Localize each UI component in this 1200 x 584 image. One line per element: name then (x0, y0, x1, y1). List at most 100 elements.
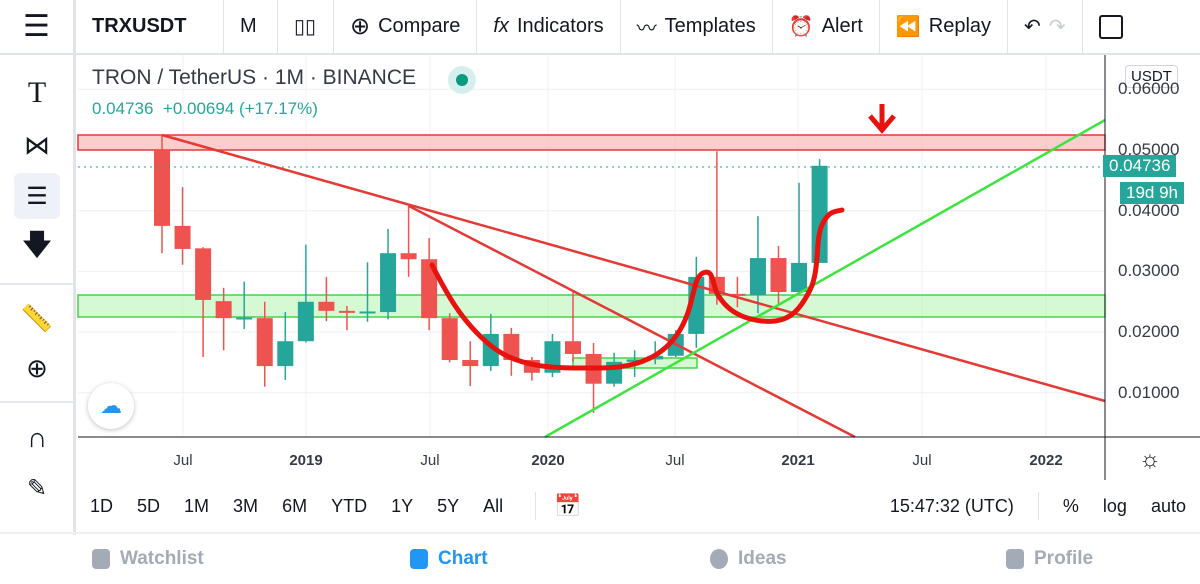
candle-body (195, 248, 212, 300)
drawing-toolbar: T ⋈ ☰ 🡇 📏 ⊕ ∩ ✎ (0, 55, 76, 535)
undo-redo: ↶ ↷ (1008, 0, 1083, 54)
candle[interactable] (462, 341, 479, 387)
nav-profile-label: Profile (1034, 548, 1094, 569)
range-5d[interactable]: 5D (137, 496, 160, 517)
arrow-down-icon[interactable]: 🡇 (14, 225, 60, 271)
alert-button[interactable]: ⏰ Alert (773, 0, 880, 54)
fullscreen-button[interactable] (1083, 0, 1139, 54)
candle-body (380, 253, 397, 313)
square-icon (1098, 14, 1123, 39)
candle[interactable] (421, 238, 438, 331)
zoom-in-icon[interactable]: ⊕ (14, 345, 60, 391)
candle-body (256, 318, 273, 367)
chart-legend-title: TRON / TetherUS · 1M · BINANCE (92, 66, 417, 89)
templates-button[interactable]: 〰 Templates (621, 0, 773, 54)
support-zone[interactable] (77, 294, 1106, 318)
lock-drawing-icon[interactable]: ✎ (14, 465, 60, 511)
templates-label: Templates (664, 15, 756, 37)
menu-button[interactable]: ☰ (0, 0, 76, 54)
candle[interactable] (277, 312, 294, 381)
candle-body (749, 258, 766, 296)
candle[interactable] (585, 343, 602, 413)
time-tick-label: 2020 (531, 452, 565, 469)
fx-icon: fx (493, 15, 509, 37)
interval-button[interactable]: M (224, 0, 278, 54)
candle-body (770, 258, 787, 293)
candle[interactable] (380, 228, 397, 320)
chart-type-button[interactable]: ▯▯ (278, 0, 334, 54)
bottom-nav: Watchlist Chart Ideas Profile (0, 532, 1200, 584)
log-toggle[interactable]: log (1103, 496, 1127, 517)
range-ytd[interactable]: YTD (331, 496, 367, 517)
range-1d[interactable]: 1D (90, 496, 113, 517)
goto-date-icon[interactable]: 📅 (554, 493, 581, 519)
nav-profile[interactable]: Profile (1006, 548, 1093, 570)
pattern-icon[interactable]: ⋈ (14, 122, 60, 168)
market-status-icon (448, 66, 476, 94)
time-display[interactable]: 15:47:32 (UTC) (890, 496, 1014, 517)
nav-ideas[interactable]: Ideas (710, 548, 787, 570)
candle-body (791, 262, 808, 293)
trendline-2[interactable] (408, 204, 856, 439)
tradingview-logo[interactable]: ☁ (88, 383, 134, 429)
candle[interactable] (174, 187, 191, 265)
compare-label: Compare (378, 15, 461, 37)
indicators-button[interactable]: fx Indicators (477, 0, 621, 54)
range-3m[interactable]: 3M (233, 496, 258, 517)
chart-legend-values: 0.04736 +0.00694 (+17.17%) (92, 99, 318, 119)
symbol-button[interactable]: TRXUSDT (76, 0, 224, 54)
last-price: 0.04736 (92, 99, 154, 118)
range-5y[interactable]: 5Y (437, 496, 459, 517)
time-tick-label: 2019 (289, 452, 323, 469)
trendline-tools-icon[interactable]: ☰ (14, 173, 60, 219)
replay-label: Replay (928, 15, 992, 37)
settings-icon[interactable]: ☼ (1139, 446, 1161, 474)
candles-icon: ▯▯ (294, 16, 317, 38)
candle-body (174, 225, 191, 249)
redo-icon[interactable]: ↷ (1049, 14, 1066, 39)
range-6m[interactable]: 6M (282, 496, 307, 517)
alert-label: Alert (821, 15, 863, 37)
time-tick-label: Jul (173, 452, 193, 469)
replay-button[interactable]: ⏪ Replay (880, 0, 1009, 54)
ruler-icon[interactable]: 📏 (14, 295, 60, 341)
time-tick-label: Jul (912, 452, 932, 469)
range-1y[interactable]: 1Y (391, 496, 413, 517)
time-tick-label: Jul (420, 452, 440, 469)
candle-body (215, 301, 232, 319)
nav-chart[interactable]: Chart (410, 548, 488, 570)
chart-icon (410, 549, 428, 569)
indicators-label: Indicators (516, 15, 604, 37)
candle[interactable] (297, 244, 314, 343)
candle[interactable] (791, 182, 808, 294)
candle[interactable] (503, 327, 520, 376)
candle[interactable] (544, 333, 561, 378)
candle[interactable] (441, 313, 458, 363)
compare-button[interactable]: ⊕ Compare (334, 0, 478, 54)
candle-body (462, 360, 479, 367)
range-all[interactable]: All (483, 496, 503, 517)
candle-body (338, 310, 355, 313)
range-1m[interactable]: 1M (184, 496, 209, 517)
candle[interactable] (154, 134, 170, 254)
time-tick-label: 2022 (1029, 452, 1063, 469)
nav-watchlist-label: Watchlist (120, 548, 204, 569)
candle-body (297, 301, 314, 342)
nav-chart-label: Chart (438, 548, 488, 569)
resistance-zone[interactable] (77, 134, 1106, 151)
arrow-down-drawing[interactable] (868, 104, 896, 134)
time-tick-label: Jul (665, 452, 685, 469)
rewind-icon: ⏪ (895, 16, 921, 38)
text-icon[interactable]: T (14, 70, 60, 116)
lightbulb-icon (710, 549, 728, 569)
percent-toggle[interactable]: % (1063, 496, 1079, 517)
magnet-icon[interactable]: ∩ (14, 415, 60, 461)
nav-ideas-label: Ideas (738, 548, 787, 569)
price-tick-label: 0.02000 (1118, 322, 1180, 342)
candle[interactable] (400, 205, 417, 277)
auto-toggle[interactable]: auto (1151, 496, 1186, 517)
menu-icon: ☰ (23, 10, 50, 43)
candle-body (318, 301, 335, 311)
nav-watchlist[interactable]: Watchlist (92, 548, 204, 570)
undo-icon[interactable]: ↶ (1024, 14, 1041, 39)
